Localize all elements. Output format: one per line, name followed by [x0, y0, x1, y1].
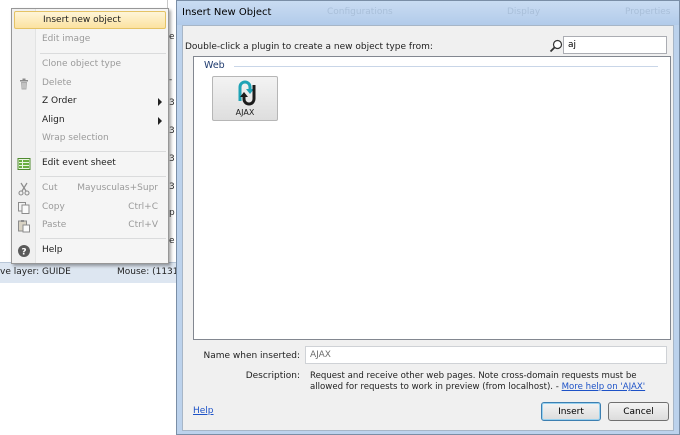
menu-item-label: Paste	[42, 220, 67, 230]
fragment-text: -	[169, 75, 173, 85]
event-sheet-icon	[17, 158, 31, 170]
menu-item-label: Edit image	[42, 34, 91, 44]
fragment-text: e	[169, 236, 175, 246]
menu-item-label: Clone object type	[42, 59, 122, 69]
menu-item-shortcut: Ctrl+C	[128, 202, 158, 212]
group-divider	[234, 66, 658, 67]
fragment-text: 3	[169, 154, 175, 164]
description-text: Request and receive other web pages. Not…	[310, 371, 672, 393]
menu-item-label: Z Order	[42, 96, 77, 106]
menu-item-label: Insert new object	[43, 15, 121, 25]
fragment-text: 3	[169, 126, 175, 136]
name-when-inserted-label: Name when inserted:	[203, 351, 300, 361]
menu-item-wrap-selection[interactable]: Wrap selection	[14, 130, 166, 148]
fragment-text: 3	[169, 98, 175, 108]
menu-item-clone-object-type[interactable]: Clone object type	[14, 56, 166, 74]
plugin-tile-ajax[interactable]: AJAX	[212, 76, 278, 121]
more-help-link[interactable]: More help on 'AJAX'	[562, 382, 646, 392]
menu-item-label: Cut	[42, 183, 58, 193]
menu-item-paste[interactable]: Paste Ctrl+V	[14, 217, 166, 235]
status-active-layer: ve layer: GUIDE	[0, 267, 71, 277]
status-bar: ve layer: GUIDE Mouse: (1131	[0, 262, 176, 283]
help-link[interactable]: Help	[193, 406, 214, 416]
plugin-list[interactable]: Web AJAX	[193, 56, 671, 340]
dialog-body: Double-click a plugin to create a new ob…	[182, 25, 674, 431]
dialog-title: Insert New Object	[182, 7, 272, 18]
insert-new-object-dialog: Insert New Object Configurations Display…	[176, 0, 680, 435]
context-menu: Insert new object Edit image Clone objec…	[11, 8, 169, 264]
dialog-title-bar[interactable]: Insert New Object Configurations Display…	[177, 1, 679, 25]
scissors-icon	[18, 182, 30, 196]
menu-item-delete[interactable]: Delete	[14, 75, 166, 93]
submenu-arrow-icon	[158, 117, 162, 125]
plugin-label: AJAX	[235, 108, 255, 117]
status-mouse-position: Mouse: (1131	[117, 267, 176, 277]
menu-separator	[40, 53, 166, 54]
search-icon	[549, 39, 563, 53]
menu-item-label: Align	[42, 115, 65, 125]
copy-icon	[18, 202, 30, 214]
cancel-button[interactable]: Cancel	[608, 402, 669, 421]
title-ghost-text: Configurations	[327, 7, 393, 17]
menu-item-help[interactable]: ? Help	[14, 242, 166, 260]
title-ghost-text: Properties	[625, 7, 671, 17]
plugin-group-header: Web	[204, 60, 225, 71]
menu-item-label: Wrap selection	[42, 133, 109, 143]
menu-item-cut[interactable]: Cut Mayusculas+Supr	[14, 180, 166, 198]
menu-item-align[interactable]: Align	[14, 112, 166, 130]
menu-item-insert-new-object[interactable]: Insert new object	[14, 11, 166, 29]
menu-item-label: Edit event sheet	[42, 158, 116, 168]
trash-icon	[20, 78, 28, 90]
menu-separator	[40, 176, 166, 177]
fragment-text: 3	[169, 182, 175, 192]
svg-text:?: ?	[21, 248, 26, 258]
search-input[interactable]	[563, 36, 667, 54]
menu-item-label: Copy	[42, 202, 65, 212]
menu-separator	[40, 151, 166, 152]
menu-item-edit-image[interactable]: Edit image	[14, 31, 166, 49]
menu-item-edit-event-sheet[interactable]: Edit event sheet	[14, 155, 166, 173]
instruction-text: Double-click a plugin to create a new ob…	[185, 42, 433, 52]
title-ghost-text: Display	[507, 7, 541, 17]
menu-item-copy[interactable]: Copy Ctrl+C	[14, 199, 166, 217]
submenu-arrow-icon	[158, 98, 162, 106]
menu-item-label: Delete	[42, 78, 72, 88]
insert-button[interactable]: Insert	[541, 402, 601, 421]
ajax-arrows-icon	[238, 80, 256, 106]
description-label: Description:	[245, 371, 300, 381]
menu-item-shortcut: Mayusculas+Supr	[77, 183, 158, 193]
help-icon: ?	[18, 245, 30, 258]
desktop-area	[0, 283, 176, 435]
fragment-text: p	[169, 208, 175, 218]
menu-item-label: Help	[42, 245, 63, 255]
menu-item-z-order[interactable]: Z Order	[14, 93, 166, 111]
paste-icon	[18, 220, 30, 233]
menu-item-shortcut: Ctrl+V	[128, 220, 158, 230]
name-when-inserted-field[interactable]: AJAX	[305, 346, 667, 364]
fragment-text: e	[169, 32, 175, 42]
menu-separator	[40, 238, 166, 239]
